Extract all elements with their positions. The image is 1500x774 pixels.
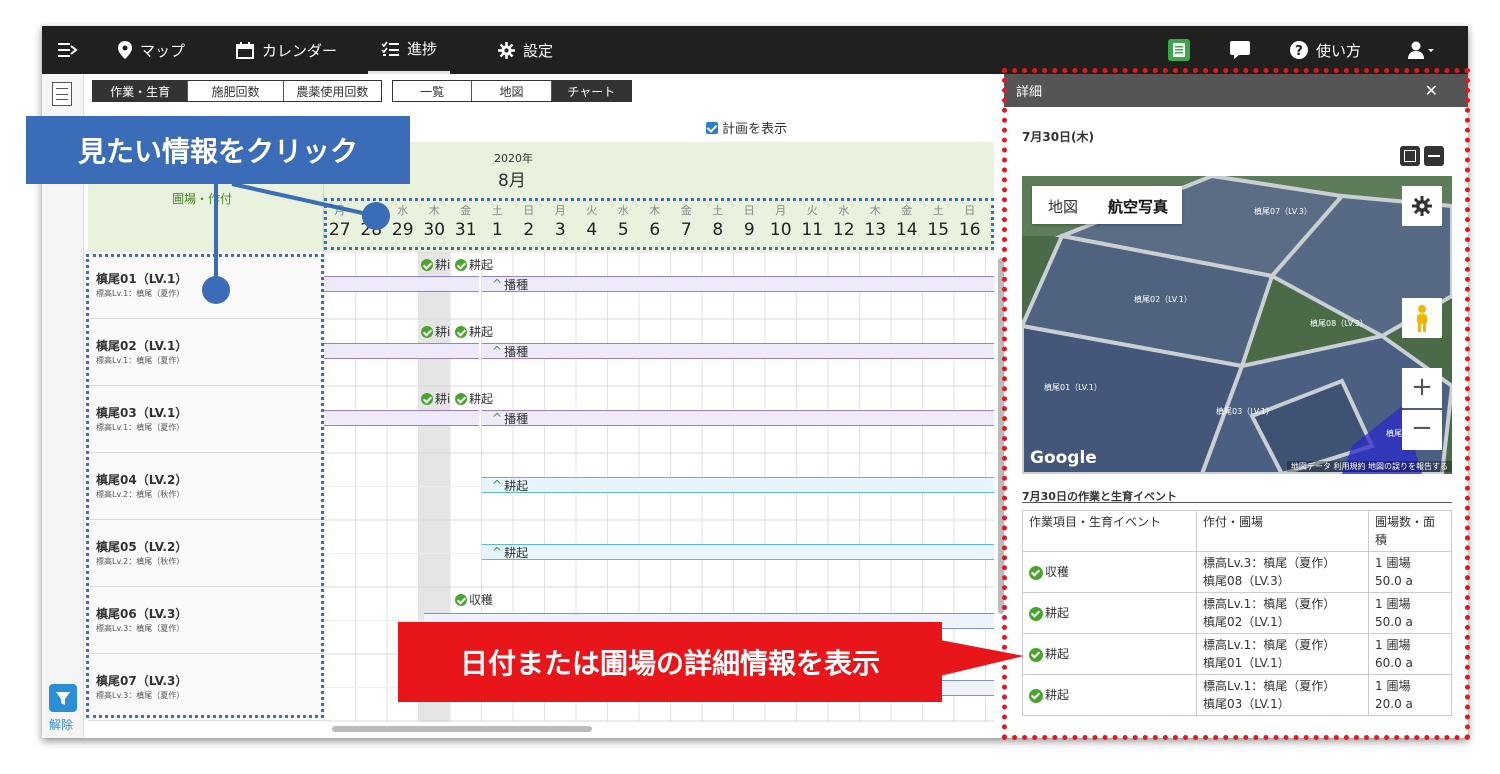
highlight-field-column <box>86 254 324 718</box>
highlight-detail-panel <box>1002 68 1470 740</box>
callout-show-detail-text: 日付または圃場の詳細情報を表示 <box>459 647 880 680</box>
highlight-date-row <box>324 198 994 250</box>
callout-show-detail: 日付または圃場の詳細情報を表示 <box>398 622 942 702</box>
